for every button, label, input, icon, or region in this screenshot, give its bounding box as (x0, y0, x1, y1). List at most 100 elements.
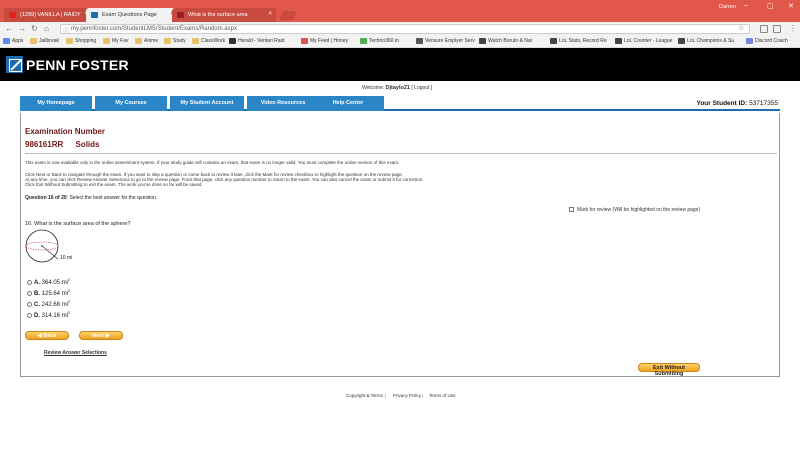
back-arrow-icon[interactable]: ← (5, 24, 13, 33)
close-tab-icon[interactable]: × (268, 11, 272, 17)
search-favicon-icon (177, 12, 184, 18)
browser-tab-youtube[interactable]: (1289) VANILLA | RAIDY × (4, 8, 92, 22)
bookmark-label: LoL Champions & Su (687, 38, 735, 44)
bookmark-label: My Feed | Honey (310, 38, 348, 44)
radio-button[interactable] (27, 280, 32, 285)
bookmark-item[interactable]: Watch Boruto & Nar (479, 38, 532, 44)
bookmark-label: Study (173, 38, 186, 44)
browser-user-name[interactable]: Darren (719, 4, 736, 10)
nav-help-center[interactable]: Help Center (312, 96, 384, 111)
penn-foster-logo-icon[interactable] (6, 56, 23, 73)
footer-separator: | (385, 393, 387, 398)
back-button[interactable]: ◀ Back (25, 331, 69, 340)
close-window-icon[interactable]: ✕ (788, 2, 794, 10)
review-answer-selections-link[interactable]: Review Answer Selections (44, 350, 107, 356)
maximize-icon[interactable]: ▢ (767, 2, 774, 10)
forward-arrow-icon[interactable]: → (18, 24, 26, 33)
answer-option-a[interactable]: A. 364.05 mi2 (27, 277, 70, 286)
folder-icon (135, 38, 142, 44)
option-value: 364.05 mi (41, 280, 69, 286)
option-value: 242.68 mi (41, 302, 69, 308)
bookmark-item[interactable]: Herald - Ventari Raid (229, 38, 284, 44)
bookmark-item[interactable]: Techno360.in (360, 38, 399, 44)
welcome-label: Welcome: (362, 85, 385, 91)
youtube-favicon-icon (9, 12, 16, 18)
site-logo-text[interactable]: PENN FOSTER (26, 57, 129, 73)
bookmark-label: Vensure Emplyer Serv (425, 38, 475, 44)
browser-tab-exam[interactable]: Exam Questions Page × (86, 8, 178, 22)
next-button[interactable]: Next ▶ (79, 331, 123, 340)
info-icon: ⓘ (63, 29, 70, 35)
address-bar[interactable]: ⓘ my.pennfoster.com/StudentLMS/Student/E… (60, 24, 750, 35)
bookmark-item[interactable]: Discord Coach (746, 38, 788, 44)
question-counter: Question 16 of 20 (25, 195, 67, 201)
nav-video-resources[interactable]: Video Resources (247, 96, 319, 111)
extension-icon[interactable] (760, 25, 768, 33)
student-id: Your Student ID: 53717355 (696, 100, 778, 107)
extension-icon[interactable] (773, 25, 781, 33)
main-nav: My Homepage My Courses My Student Accoun… (20, 96, 780, 111)
bookmark-item[interactable]: Apps (3, 38, 23, 44)
bookmark-item[interactable]: LoL Champions & Su (678, 38, 734, 44)
answer-option-d[interactable]: D. 314.16 mi2 (27, 310, 70, 319)
bookmark-item[interactable]: My Feed | Honey (301, 38, 348, 44)
answer-option-b[interactable]: B. 125.64 mi2 (27, 288, 70, 297)
question-text: 16. What is the surface area of the sphe… (25, 221, 131, 227)
option-letter: A. (34, 280, 40, 286)
nav-my-student-account[interactable]: My Student Account (170, 96, 244, 111)
nav-my-homepage[interactable]: My Homepage (20, 96, 92, 111)
home-icon[interactable]: ⌂ (44, 24, 49, 33)
radio-button[interactable] (27, 291, 32, 296)
next-label: Next (92, 333, 105, 339)
answer-option-c[interactable]: C. 242.68 mi2 (27, 299, 70, 308)
bookmark-item[interactable]: Jailbreak (30, 38, 59, 44)
bookmark-label: Herald - Ventari Raid (238, 38, 285, 44)
browser-toolbar: ← → ↻ ⌂ ⓘ my.pennfoster.com/StudentLMS/S… (0, 22, 800, 36)
exam-number: 986161RR (25, 140, 64, 149)
folder-icon (192, 38, 199, 44)
radio-button[interactable] (27, 302, 32, 307)
footer-copyright-link[interactable]: Copyright & Terms (346, 393, 383, 398)
bookmark-item[interactable]: Vensure Emplyer Serv (416, 38, 475, 44)
radio-button[interactable] (27, 313, 32, 318)
username: Djtaylo21 (385, 85, 410, 91)
bookmark-label: Techno360.in (369, 38, 399, 44)
exit-without-submitting-button[interactable]: Exit Without Submitting (638, 363, 700, 377)
bookmark-item[interactable]: LoL Stats, Record Re (550, 38, 607, 44)
mark-review-label: Mark for review (Will be highlighted on … (577, 207, 701, 213)
page-icon (479, 38, 486, 44)
bookmark-item[interactable]: Anime (135, 38, 158, 44)
bookmark-item[interactable]: Study (164, 38, 186, 44)
menu-icon[interactable]: ⋮ (789, 24, 797, 33)
bookmark-item[interactable]: My Fav (103, 38, 128, 44)
reload-icon[interactable]: ↻ (31, 24, 38, 33)
browser-tab-search[interactable]: What is the surface area × (172, 8, 276, 22)
footer-privacy-link[interactable]: Privacy Policy (393, 393, 421, 398)
new-tab-button[interactable] (279, 11, 297, 20)
page-icon (615, 38, 622, 44)
minimize-icon[interactable]: – (744, 2, 748, 9)
bookmark-item[interactable]: Shopping (66, 38, 96, 44)
exam-notice: This exam is now available only in the o… (25, 160, 400, 165)
bookmark-item[interactable]: ClassWork (192, 38, 225, 44)
logout-link[interactable]: [ Logout ] (411, 85, 432, 91)
url-text: my.pennfoster.com/StudentLMS/Student/Exa… (71, 26, 237, 32)
footer-terms-link[interactable]: Terms of Use (429, 393, 456, 398)
bookmark-item[interactable]: LoL Counter - League (615, 38, 672, 44)
folder-icon (103, 38, 110, 44)
student-id-value: 53717355 (749, 100, 778, 107)
nav-my-courses[interactable]: My Courses (95, 96, 167, 111)
browser-titlebar: (1289) VANILLA | RAIDY × Exam Questions … (0, 0, 800, 22)
exam-instructions: Click Next or Back to navigate through t… (25, 172, 725, 187)
welcome-bar: Welcome: Djtaylo21 [ Logout ] (362, 85, 432, 91)
page-icon (678, 38, 685, 44)
mark-review-checkbox[interactable] (569, 207, 574, 212)
exam-panel: Examination Number 986161RR Solids This … (20, 113, 780, 377)
bookmark-star-icon[interactable]: ☆ (738, 24, 744, 32)
option-value: 125.64 mi (41, 291, 69, 297)
sphere-center (41, 245, 43, 247)
option-letter: B. (34, 291, 40, 297)
bookmark-label: Shopping (75, 38, 97, 44)
techno-icon (360, 38, 367, 44)
mark-for-review[interactable]: Mark for review (Will be highlighted on … (569, 207, 700, 213)
